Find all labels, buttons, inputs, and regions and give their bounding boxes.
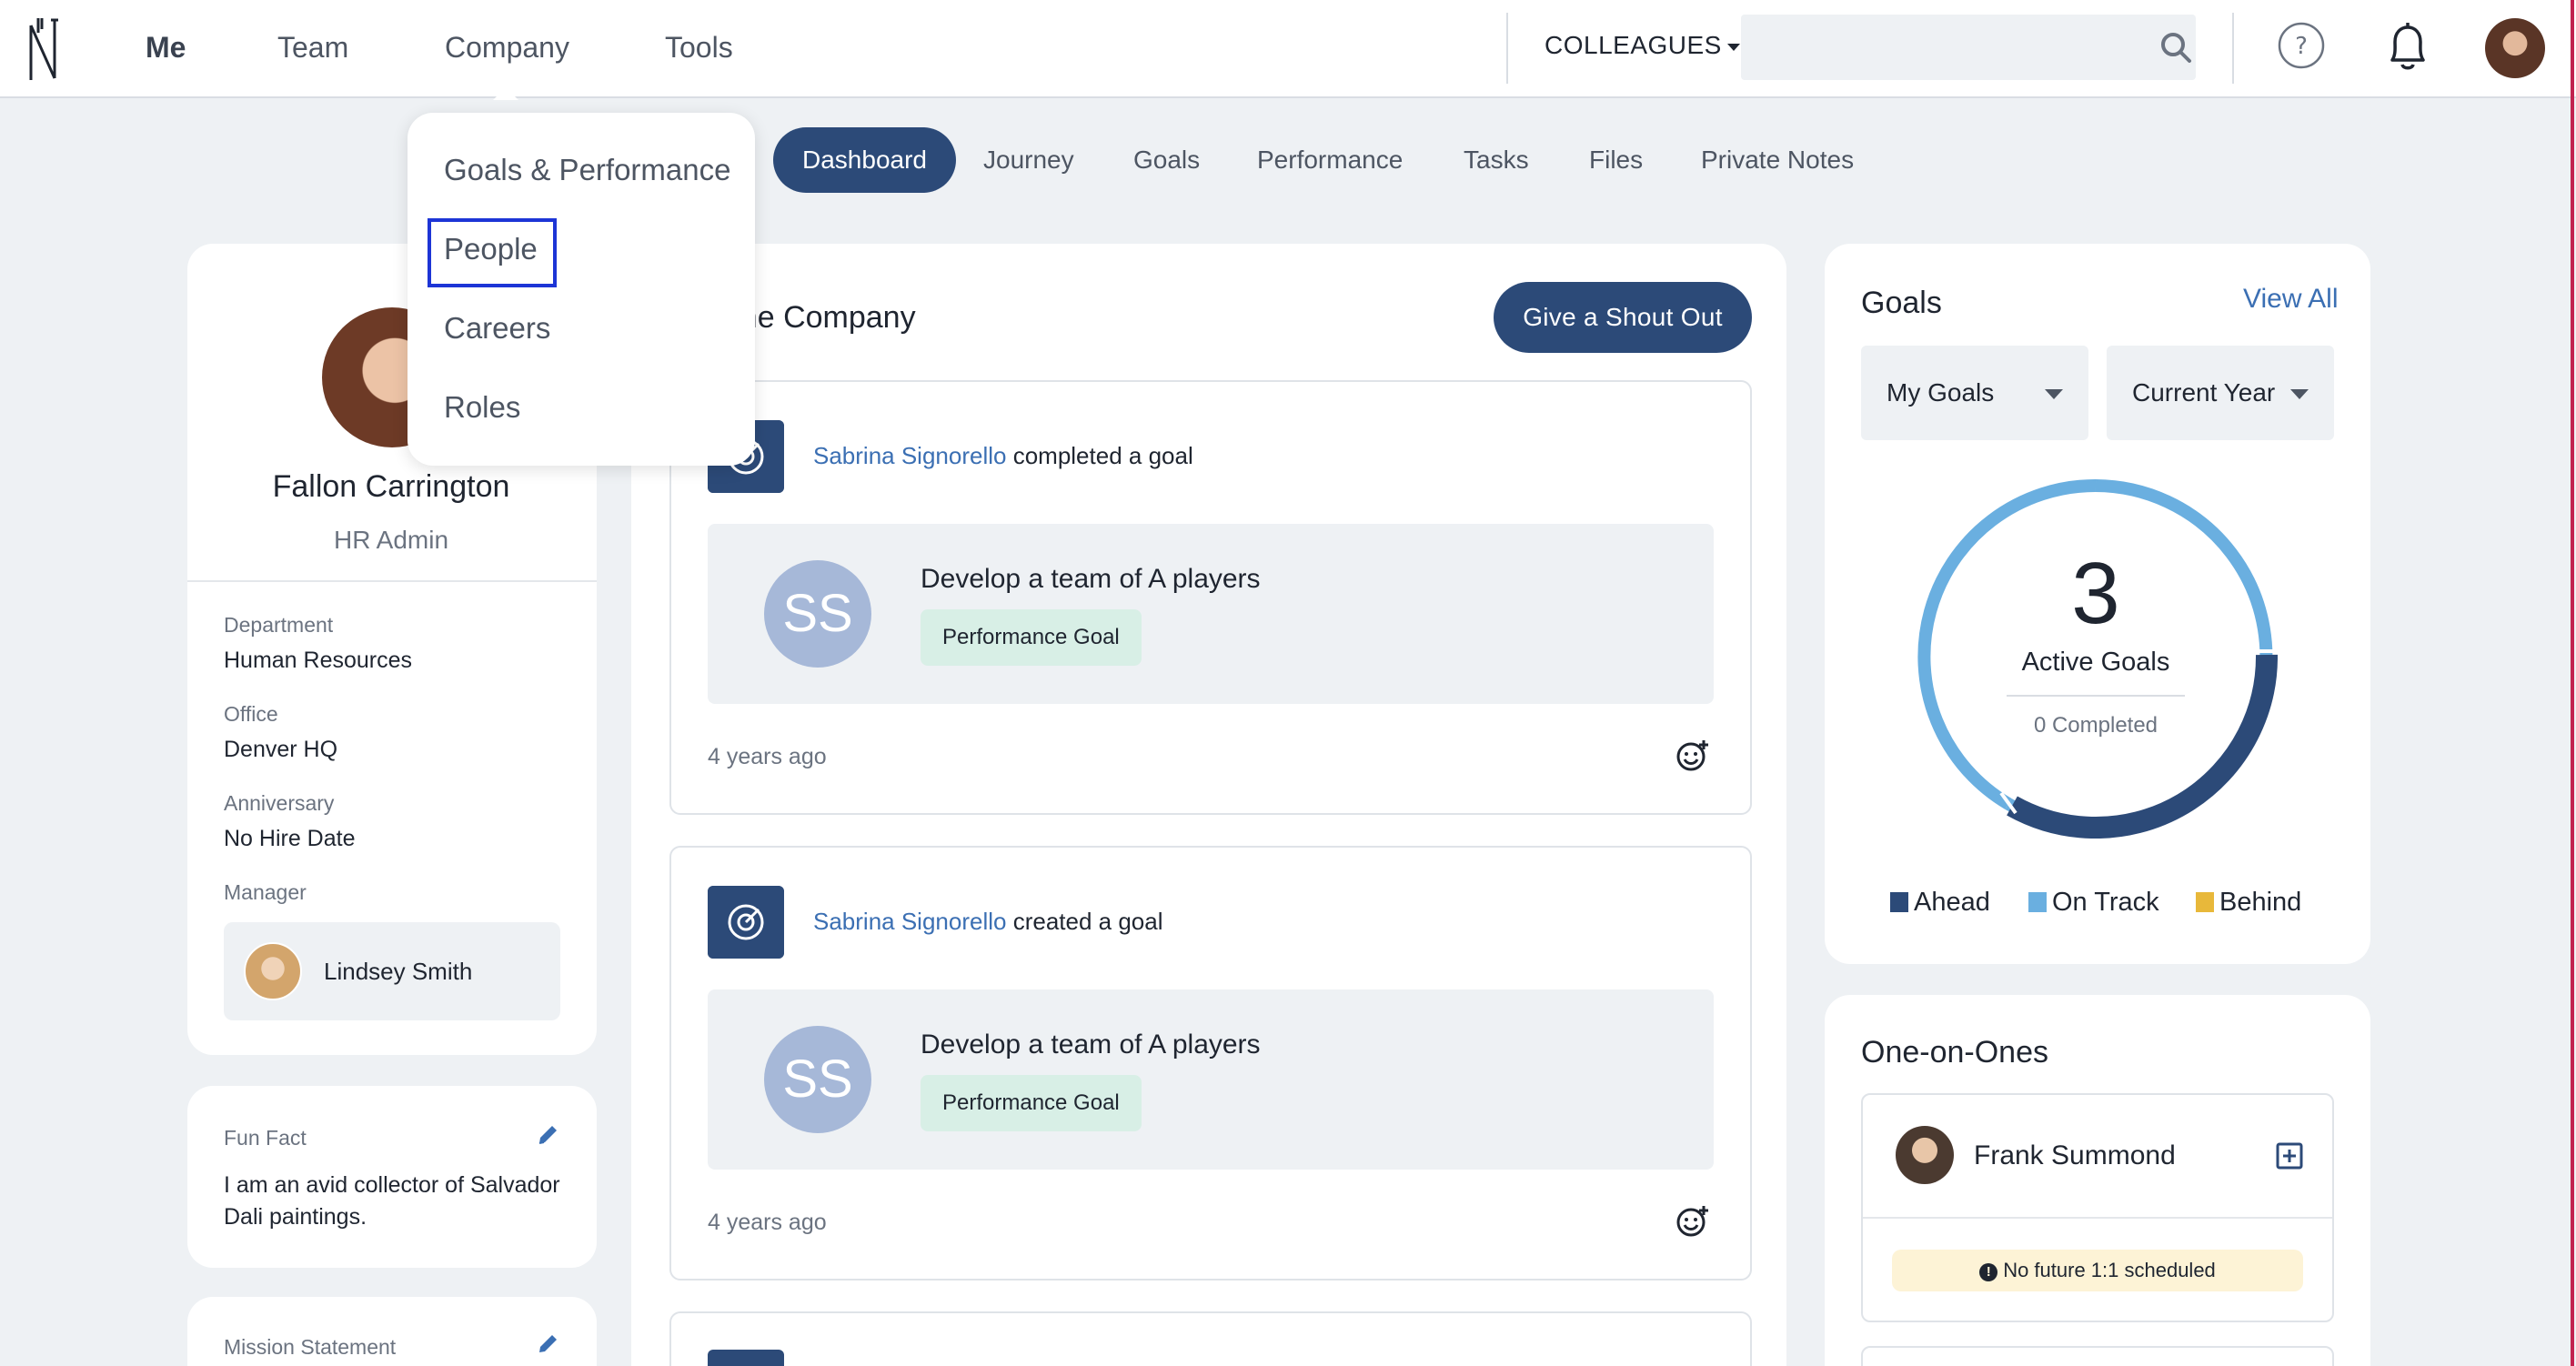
office-label: Office	[224, 702, 278, 726]
manager-avatar	[244, 942, 302, 1000]
post-headline: Sabrina Signorello created a goal	[813, 908, 1163, 936]
anniversary-label: Anniversary	[224, 791, 335, 815]
caret-down-icon	[2045, 389, 2063, 399]
tab-dashboard[interactable]: Dashboard	[773, 127, 956, 193]
legend-behind: Behind	[2196, 888, 2301, 918]
goal-target-icon	[708, 886, 784, 959]
tab-files[interactable]: Files	[1589, 127, 1643, 193]
search-input[interactable]	[1741, 15, 2196, 80]
legend-swatch	[2028, 892, 2047, 912]
goals-title: Goals	[1861, 286, 1942, 320]
nav-tools[interactable]: Tools	[665, 31, 733, 65]
people-highlight-box	[428, 218, 557, 287]
tab-journey[interactable]: Journey	[983, 127, 1074, 193]
window-edge	[2571, 0, 2574, 1366]
one-on-one-item[interactable]	[1861, 1346, 2334, 1366]
menu-item-goals-performance[interactable]: Goals & Performance	[444, 153, 730, 187]
top-navigation-bar: Me Team Company Tools COLLEAGUES ?	[0, 0, 2576, 98]
post-action: created a goal	[1012, 908, 1163, 935]
tab-goals[interactable]: Goals	[1133, 127, 1200, 193]
goal-type-badge: Performance Goal	[921, 1075, 1142, 1131]
nav-team[interactable]: Team	[277, 31, 348, 65]
goal-owner-value: My Goals	[1887, 378, 1995, 407]
donut-on-track-segment-2	[1917, 478, 2097, 810]
completed-goals-label: 0 Completed	[2033, 713, 2158, 738]
post-timestamp: 4 years ago	[708, 744, 827, 769]
goal-title: Develop a team of A players	[921, 1030, 1261, 1060]
alert-icon: !	[1979, 1263, 1998, 1281]
colleagues-dropdown[interactable]: COLLEAGUES	[1545, 31, 1740, 60]
fun-fact-label: Fun Fact	[224, 1126, 307, 1150]
tab-performance[interactable]: Performance	[1257, 127, 1403, 193]
goal-owner-avatar: SS	[764, 560, 871, 668]
active-goals-count: 3	[2071, 545, 2120, 642]
colleagues-label: COLLEAGUES	[1545, 31, 1722, 59]
tab-tasks[interactable]: Tasks	[1464, 127, 1529, 193]
nav-divider-2	[2232, 13, 2234, 84]
goal-target-icon	[708, 1350, 784, 1366]
post-author-link[interactable]: Sabrina Signorello	[813, 442, 1006, 469]
profile-divider	[187, 580, 597, 582]
donut-divider	[2007, 695, 2185, 697]
menu-pointer	[493, 87, 518, 100]
app-logo[interactable]	[25, 16, 62, 82]
add-reaction-icon[interactable]	[1675, 738, 1710, 773]
department-label: Department	[224, 613, 334, 637]
one-on-one-name[interactable]: Frank Summond	[1974, 1140, 2176, 1171]
no-meeting-text: No future 1:1 scheduled	[2003, 1259, 2216, 1281]
caret-down-icon	[2290, 389, 2309, 399]
one-on-one-divider	[1863, 1217, 2332, 1219]
fun-fact-text: I am an avid collector of Salvador Dali …	[224, 1172, 560, 1230]
nav-company[interactable]: Company	[445, 31, 569, 65]
post-timestamp: 4 years ago	[708, 1210, 827, 1235]
goal-owner-avatar: SS	[764, 1026, 871, 1133]
goal-title: Develop a team of A players	[921, 564, 1261, 594]
goal-owner-select[interactable]: My Goals	[1861, 346, 2088, 440]
office-value: Denver HQ	[224, 737, 338, 762]
legend-label: Ahead	[1914, 888, 1990, 917]
feed-post	[669, 1311, 1752, 1366]
donut-ahead-segment	[2007, 654, 2278, 839]
post-headline: Sabrina Signorello completed a goal	[813, 442, 1193, 470]
menu-item-roles[interactable]: Roles	[444, 390, 520, 425]
add-meeting-icon[interactable]	[2276, 1142, 2303, 1170]
legend-ahead: Ahead	[1890, 888, 1990, 918]
anniversary-value: No Hire Date	[224, 826, 356, 851]
add-reaction-icon[interactable]	[1675, 1204, 1710, 1239]
give-shout-out-button[interactable]: Give a Shout Out	[1494, 282, 1752, 353]
goal-type-badge: Performance Goal	[921, 609, 1142, 666]
help-icon[interactable]: ?	[2278, 22, 2325, 69]
nav-me[interactable]: Me	[146, 31, 186, 65]
one-on-one-avatar	[1896, 1126, 1954, 1184]
goal-period-select[interactable]: Current Year	[2107, 346, 2334, 440]
legend-label: On Track	[2052, 888, 2159, 917]
profile-name: Fallon Carrington	[272, 469, 510, 504]
nav-divider	[1506, 13, 1508, 84]
menu-item-careers[interactable]: Careers	[444, 311, 550, 346]
one-on-ones-title: One-on-Ones	[1861, 1035, 2048, 1070]
post-action: completed a goal	[1012, 442, 1193, 469]
user-avatar[interactable]	[2485, 18, 2545, 78]
active-goals-label: Active Goals	[2021, 648, 2170, 677]
post-author-link[interactable]: Sabrina Signorello	[813, 908, 1006, 935]
no-meeting-notice: ! No future 1:1 scheduled	[1892, 1250, 2303, 1291]
search-icon[interactable]	[2159, 31, 2192, 64]
legend-swatch	[1890, 892, 1908, 912]
legend-label: Behind	[2219, 888, 2302, 917]
manager-label: Manager	[224, 880, 307, 904]
manager-name[interactable]: Lindsey Smith	[324, 958, 472, 986]
bell-icon[interactable]	[2383, 20, 2432, 73]
department-value: Human Resources	[224, 648, 413, 673]
svg-text:?: ?	[2295, 33, 2308, 60]
caret-down-icon	[1726, 43, 1740, 51]
goal-period-value: Current Year	[2132, 378, 2276, 407]
legend-on-track: On Track	[2028, 888, 2159, 918]
legend-swatch	[2196, 892, 2214, 912]
edit-pencil-icon[interactable]	[537, 1122, 560, 1146]
edit-pencil-icon[interactable]	[537, 1331, 560, 1355]
view-all-link[interactable]: View All	[2243, 284, 2339, 315]
profile-role: HR Admin	[333, 526, 449, 554]
mission-label: Mission Statement	[224, 1335, 397, 1359]
tab-private-notes[interactable]: Private Notes	[1701, 127, 1854, 193]
